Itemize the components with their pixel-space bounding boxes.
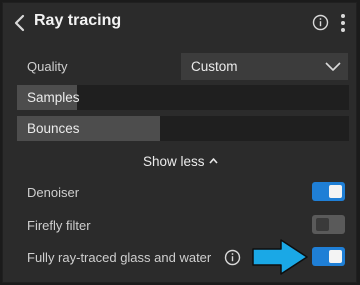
denoiser-label: Denoiser xyxy=(27,185,80,200)
quality-select-value: Custom xyxy=(191,59,238,74)
chevron-up-icon xyxy=(208,158,218,164)
show-less-label: Show less xyxy=(143,154,205,169)
info-icon[interactable] xyxy=(224,249,241,266)
info-icon[interactable] xyxy=(312,14,329,31)
show-less-button[interactable]: Show less xyxy=(143,154,218,169)
quality-label: Quality xyxy=(27,59,68,74)
quality-select[interactable]: Custom xyxy=(181,53,348,80)
arrow-right-icon xyxy=(252,239,308,275)
ray-tracing-panel: Ray tracing Quality Custom Samples Bounc… xyxy=(2,2,357,283)
panel-header: Ray tracing xyxy=(3,3,356,43)
glass-water-label: Fully ray-traced glass and water xyxy=(27,250,212,265)
chevron-down-icon xyxy=(325,62,341,71)
panel-title: Ray tracing xyxy=(34,12,122,29)
toggle-knob xyxy=(329,250,342,263)
denoiser-toggle[interactable] xyxy=(312,182,345,201)
toggle-knob xyxy=(316,218,329,231)
bounces-slider[interactable]: Bounces xyxy=(17,116,349,141)
more-vertical-icon[interactable] xyxy=(337,12,349,34)
chevron-left-icon[interactable] xyxy=(11,13,29,33)
samples-label: Samples xyxy=(27,90,80,105)
samples-slider[interactable]: Samples xyxy=(17,85,349,110)
firefly-filter-label: Firefly filter xyxy=(27,218,91,233)
toggle-knob xyxy=(329,185,342,198)
glass-water-toggle[interactable] xyxy=(312,247,345,266)
firefly-filter-toggle[interactable] xyxy=(312,215,345,234)
bounces-label: Bounces xyxy=(27,121,80,136)
